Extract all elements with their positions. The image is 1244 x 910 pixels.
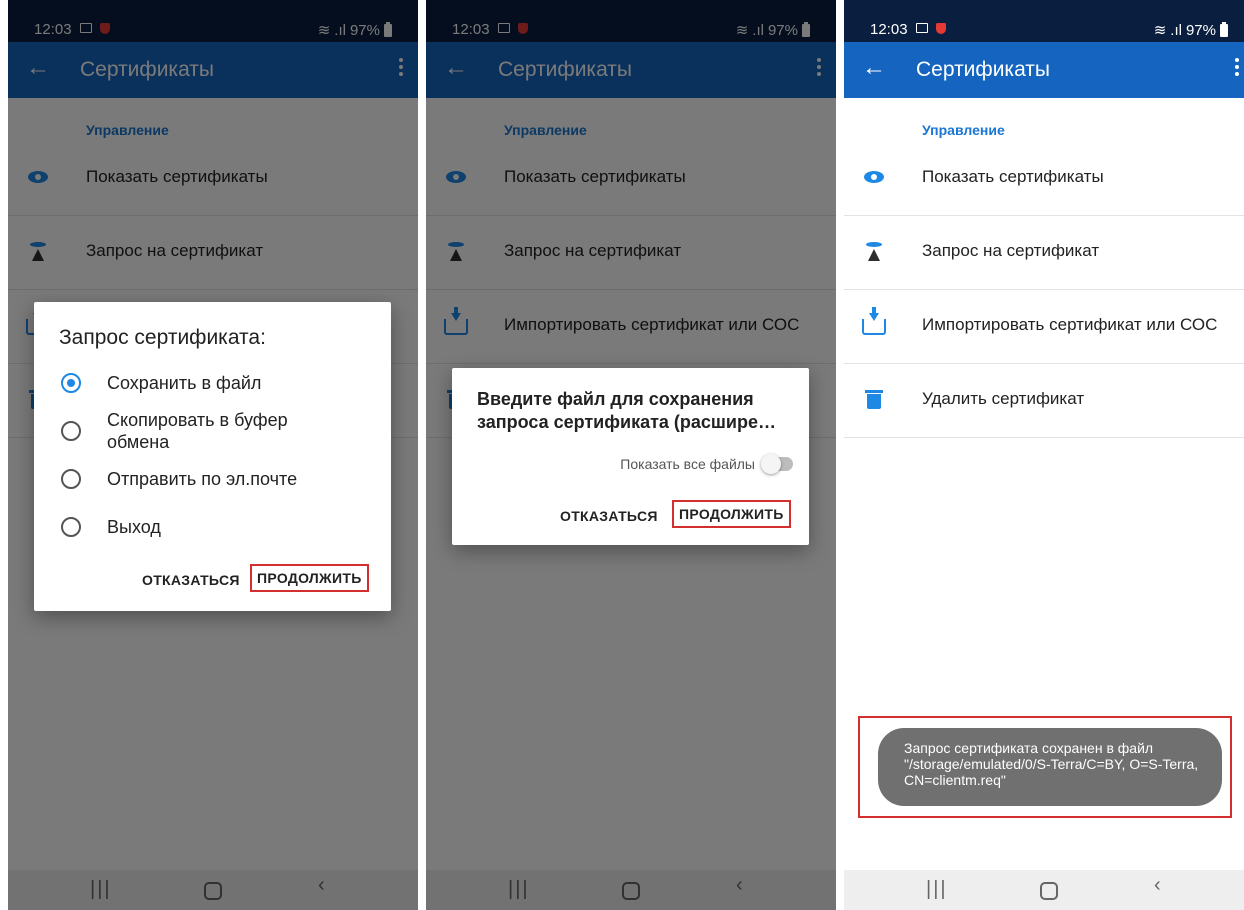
save-file-dialog: Введите файл для сохранения запроса серт… <box>452 368 809 545</box>
phone-screen-3: 12:03 ≋ .ıl 97% ← Сертификаты Управление… <box>844 0 1244 910</box>
menu-item-import-certificate[interactable]: Импортировать сертификат или СОС <box>844 289 1244 364</box>
more-vert-icon[interactable] <box>1234 58 1240 80</box>
wifi-icon: ≋ <box>1153 22 1167 39</box>
recents-icon[interactable]: ||| <box>926 878 948 901</box>
menu-item-label: Показать сертификаты <box>922 167 1104 186</box>
menu-item-request-certificate[interactable]: Запрос на сертификат <box>844 215 1244 290</box>
radio-option-copy-to-clipboard[interactable]: Скопировать в буфер обмена <box>34 409 391 457</box>
status-bar: 12:03 ≋ .ıl 97% <box>844 0 1244 42</box>
nav-bar: ||| ‹ <box>844 870 1244 910</box>
phone-screen-1: 12:03 ≋ .ıl 97% ← Сертификаты Управление… <box>8 0 418 910</box>
gallery-icon <box>916 23 928 33</box>
menu-item-label: Запрос на сертификат <box>922 241 1100 260</box>
toast-text: Запрос сертификата сохранен в файл "/sto… <box>904 740 1199 788</box>
trash-icon <box>862 387 886 411</box>
signal-icon: .ıl <box>1170 21 1182 39</box>
toggle-switch[interactable] <box>761 454 793 474</box>
radio-label: Отправить по эл.почте <box>107 469 298 489</box>
app-title: Сертификаты <box>916 58 1050 81</box>
radio-option-exit[interactable]: Выход <box>34 516 391 546</box>
nav-back-icon[interactable]: ‹ <box>1154 874 1161 897</box>
toast-highlight-frame: Запрос сертификата сохранен в файл "/sto… <box>858 716 1232 818</box>
menu-item-label: Импортировать сертификат или СОС <box>922 315 1218 334</box>
status-time: 12:03 <box>870 21 908 38</box>
radio-label: Сохранить в файл <box>107 373 262 393</box>
import-icon <box>862 307 886 335</box>
battery-icon <box>1220 21 1228 37</box>
back-arrow-icon[interactable]: ← <box>862 54 886 82</box>
radio-button[interactable] <box>61 517 81 537</box>
eye-icon <box>862 165 886 189</box>
radio-option-send-email[interactable]: Отправить по эл.почте <box>34 468 391 498</box>
toast-message: Запрос сертификата сохранен в файл "/sto… <box>878 728 1222 806</box>
home-icon[interactable] <box>1040 882 1058 900</box>
cancel-button[interactable]: ОТКАЗАТЬСЯ <box>142 572 240 588</box>
dialog-title: Запрос сертификата: <box>59 326 266 349</box>
menu-item-delete-certificate[interactable]: Удалить сертификат <box>844 363 1244 438</box>
continue-button[interactable]: ПРОДОЛЖИТЬ <box>250 564 369 592</box>
radio-label: Выход <box>107 517 161 537</box>
show-all-files-toggle[interactable]: Показать все файлы <box>620 454 793 474</box>
app-bar: ← Сертификаты <box>844 42 1244 98</box>
radio-button[interactable] <box>61 373 81 393</box>
menu-item-show-certificates[interactable]: Показать сертификаты <box>844 141 1244 216</box>
request-certificate-dialog: Запрос сертификата: Сохранить в файл Ско… <box>34 302 391 611</box>
section-header: Управление <box>922 122 1005 138</box>
phone-screen-2: 12:03 ≋ .ıl 97% ← Сертификаты Управление… <box>426 0 836 910</box>
request-icon <box>862 239 886 263</box>
toggle-label: Показать все файлы <box>620 456 755 472</box>
radio-label: Скопировать в буфер обмена <box>107 410 288 452</box>
radio-option-save-to-file[interactable]: Сохранить в файл <box>34 372 391 402</box>
battery-level: 97% <box>1185 21 1216 39</box>
shield-icon <box>936 23 946 34</box>
dialog-title: Введите файл для сохранения запроса серт… <box>477 389 776 432</box>
menu-item-label: Удалить сертификат <box>922 389 1085 408</box>
settings-list: Управление Показать сертификаты Запрос н… <box>844 98 1244 870</box>
radio-button[interactable] <box>61 469 81 489</box>
continue-button[interactable]: ПРОДОЛЖИТЬ <box>672 500 791 528</box>
radio-button[interactable] <box>61 421 81 441</box>
cancel-button[interactable]: ОТКАЗАТЬСЯ <box>560 508 658 524</box>
